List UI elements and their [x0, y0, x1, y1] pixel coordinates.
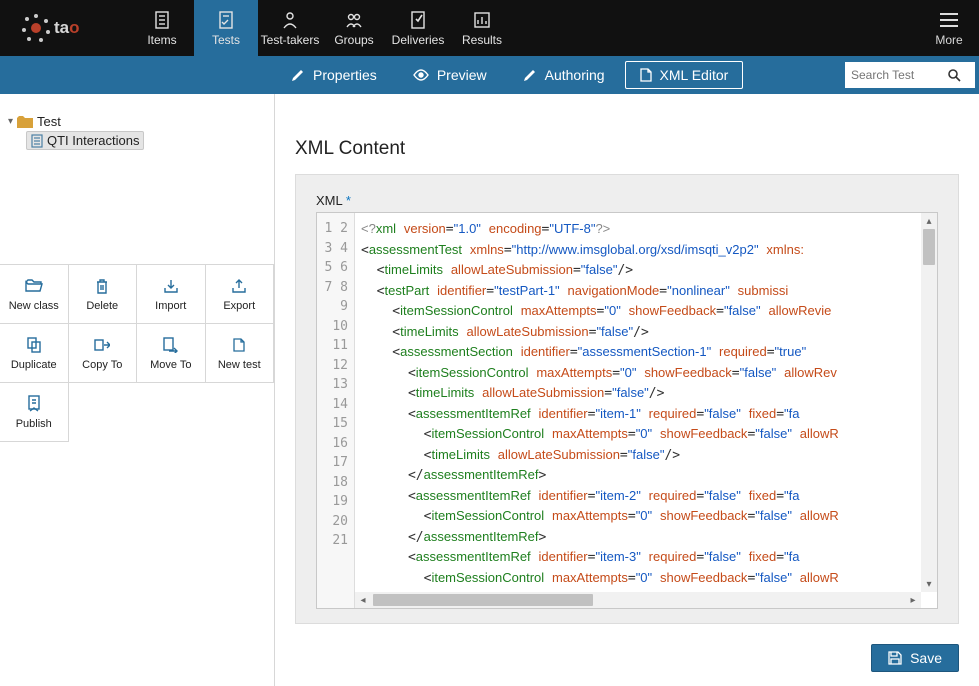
action-label: Duplicate — [11, 359, 57, 371]
top-nav: tao Items Tests Test-takers Groups Deliverie… — [0, 0, 979, 56]
hamburger-icon — [939, 9, 959, 31]
vertical-scrollbar[interactable]: ▴ ▾ — [921, 213, 937, 592]
eye-icon — [413, 69, 429, 81]
nav-label: Groups — [334, 33, 373, 47]
action-label: Import — [155, 300, 186, 312]
nav-label: Test-takers — [261, 33, 320, 47]
action-label: Move To — [150, 359, 191, 371]
save-label: Save — [910, 650, 942, 666]
file-icon — [233, 335, 245, 355]
nav-deliveries[interactable]: Deliveries — [386, 0, 450, 56]
action-label: Publish — [16, 418, 52, 430]
publish-icon — [26, 394, 42, 414]
scroll-down-icon[interactable]: ▾ — [921, 576, 937, 592]
main: ▾ Test QTI Interactions New class Delete I… — [0, 94, 979, 686]
action-publish[interactable]: Publish — [0, 382, 69, 442]
group-icon — [344, 9, 364, 31]
folder-icon — [17, 116, 33, 128]
tab-xml-editor[interactable]: XML Editor — [625, 61, 744, 89]
scroll-right-icon[interactable]: ▸ — [905, 592, 921, 608]
caret-down-icon: ▾ — [8, 116, 13, 127]
action-new-class[interactable]: New class — [0, 264, 69, 324]
tree-root[interactable]: ▾ Test — [8, 112, 266, 131]
line-gutter: 1 2 3 4 5 6 7 8 9 10 11 12 13 14 15 16 1… — [317, 213, 355, 608]
tree-item-label: QTI Interactions — [47, 133, 139, 148]
action-import[interactable]: Import — [136, 264, 206, 324]
moveto-icon — [163, 335, 179, 355]
nav-test-takers[interactable]: Test-takers — [258, 0, 322, 56]
nav-tests[interactable]: Tests — [194, 0, 258, 56]
nav-label: Items — [147, 33, 176, 47]
action-label: Export — [223, 300, 255, 312]
nav-results[interactable]: Results — [450, 0, 514, 56]
section-title: XML Content — [295, 138, 959, 160]
tab-label: XML Editor — [660, 67, 729, 83]
action-label: New test — [218, 359, 261, 371]
code-editor[interactable]: 1 2 3 4 5 6 7 8 9 10 11 12 13 14 15 16 1… — [316, 212, 938, 609]
export-icon — [231, 276, 247, 296]
horizontal-scrollbar[interactable]: ◂ ▸ — [355, 592, 921, 608]
scroll-left-icon[interactable]: ◂ — [355, 592, 371, 608]
tab-authoring[interactable]: Authoring — [507, 61, 621, 89]
nav-label: Tests — [212, 33, 240, 47]
logo[interactable]: tao — [0, 0, 130, 56]
import-icon — [163, 276, 179, 296]
folder-open-icon — [25, 276, 43, 296]
save-bar: Save — [275, 634, 979, 686]
trash-icon — [95, 276, 109, 296]
action-move-to[interactable]: Move To — [136, 323, 206, 383]
code-area[interactable]: <?xml version="1.0" encoding="UTF-8"?> <… — [355, 213, 937, 608]
nav-label: Results — [462, 33, 502, 47]
save-button[interactable]: Save — [871, 644, 959, 672]
action-export[interactable]: Export — [205, 264, 275, 324]
nav-groups[interactable]: Groups — [322, 0, 386, 56]
search-box[interactable] — [845, 62, 975, 88]
toolbar: Properties Preview Authoring XML Editor — [0, 56, 979, 94]
action-label: New class — [9, 300, 59, 312]
search-icon[interactable] — [945, 69, 963, 82]
tab-label: Properties — [313, 67, 377, 83]
scroll-up-icon[interactable]: ▴ — [921, 213, 937, 229]
tree-root-label: Test — [37, 114, 61, 129]
tree: ▾ Test QTI Interactions — [0, 94, 274, 264]
more-label: More — [935, 33, 962, 47]
action-new-test[interactable]: New test — [205, 323, 275, 383]
tab-label: Preview — [437, 67, 487, 83]
action-label: Copy To — [82, 359, 122, 371]
nav-items[interactable]: Items — [130, 0, 194, 56]
action-copy-to[interactable]: Copy To — [68, 323, 138, 383]
content: XML Content XML * 1 2 3 4 5 6 7 8 9 10 1… — [275, 94, 979, 686]
more-menu[interactable]: More — [919, 0, 979, 56]
save-icon — [888, 651, 902, 665]
scroll-thumb-h[interactable] — [373, 594, 593, 606]
tab-preview[interactable]: Preview — [397, 61, 503, 89]
tab-properties[interactable]: Properties — [275, 61, 393, 89]
logo-icon — [20, 12, 52, 44]
copy-icon — [27, 335, 41, 355]
logo-text: tao — [54, 18, 80, 38]
search-input[interactable] — [845, 68, 945, 82]
pencil-icon — [291, 68, 305, 82]
file-icon — [640, 68, 652, 82]
scroll-thumb[interactable] — [923, 229, 935, 265]
nav-label: Deliveries — [392, 33, 445, 47]
action-panel: New class Delete Import Export Duplicate Copy… — [0, 264, 274, 442]
user-icon — [280, 9, 300, 31]
doc-icon — [152, 9, 172, 31]
pencil-icon — [523, 68, 537, 82]
field-label: XML * — [316, 193, 938, 208]
copyto-icon — [94, 335, 110, 355]
tree-item-qti[interactable]: QTI Interactions — [26, 131, 144, 150]
sidebar: ▾ Test QTI Interactions New class Delete I… — [0, 94, 275, 686]
tab-label: Authoring — [545, 67, 605, 83]
file-icon — [31, 134, 43, 148]
doc-check-icon — [216, 9, 236, 31]
results-icon — [472, 9, 492, 31]
editor-panel: XML * 1 2 3 4 5 6 7 8 9 10 11 12 13 14 1… — [295, 174, 959, 624]
action-label: Delete — [86, 300, 118, 312]
action-duplicate[interactable]: Duplicate — [0, 323, 69, 383]
delivery-icon — [408, 9, 428, 31]
action-delete[interactable]: Delete — [68, 264, 138, 324]
